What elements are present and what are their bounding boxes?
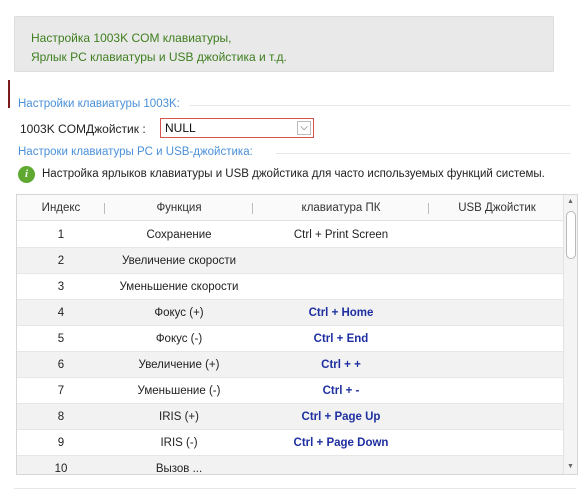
com-joystick-select[interactable]: NULL ⌵: [160, 118, 314, 138]
table-row[interactable]: 6 Увеличение (+) Ctrl + +: [17, 352, 565, 378]
shortcut-section-title-text: Настроки клавиатуры PC и USB-джойстика:: [18, 146, 253, 158]
column-header-function[interactable]: Функция: [105, 195, 253, 221]
com-joystick-value: NULL: [165, 121, 196, 135]
cell-index: 2: [57, 255, 65, 267]
cell-index: 4: [57, 307, 65, 319]
left-edge: [0, 0, 10, 499]
cell-usb-joystick[interactable]: [429, 248, 565, 274]
table-header: Индекс Функция клавиатура ПК USB Джойсти…: [17, 195, 565, 221]
cell-function: Уменьшение скорости: [119, 281, 239, 293]
cell-usb-joystick[interactable]: [429, 456, 565, 474]
table-row[interactable]: 1 Сохранение Ctrl + Print Screen: [17, 222, 565, 248]
chevron-down-icon[interactable]: ⌵: [297, 121, 311, 135]
cell-pc-keyboard[interactable]: [253, 248, 429, 274]
cell-pc-keyboard[interactable]: Ctrl + Print Screen: [253, 222, 429, 248]
cell-pc-keyboard[interactable]: Ctrl + End: [253, 326, 429, 352]
banner-line-1: Настройка 1003K COM клавиатуры,: [31, 31, 232, 45]
cell-usb-joystick[interactable]: [429, 326, 565, 352]
table-row[interactable]: 9 IRIS (-) Ctrl + Page Down: [17, 430, 565, 456]
cell-index: 8: [57, 411, 65, 423]
cell-function: Уменьшение (-): [137, 385, 221, 397]
scroll-thumb[interactable]: [566, 211, 576, 259]
scroll-down-icon[interactable]: ▼: [564, 461, 577, 473]
cell-usb-joystick[interactable]: [429, 222, 565, 248]
cell-index: 6: [57, 359, 65, 371]
column-header-usb-joystick[interactable]: USB Джойстик: [429, 195, 565, 221]
cell-pc-keyboard[interactable]: Ctrl + Page Down: [253, 430, 429, 456]
keyboard-section-title-text: Настройки клавиатуры 1003K:: [18, 98, 180, 110]
vertical-scrollbar[interactable]: ▲ ▼: [563, 195, 577, 474]
info-banner: Настройка 1003K COM клавиатуры, Ярлык PC…: [14, 16, 554, 72]
cell-pc-keyboard[interactable]: Ctrl + -: [253, 378, 429, 404]
cell-usb-joystick[interactable]: [429, 378, 565, 404]
section-divider: [276, 153, 570, 154]
cell-index: 7: [57, 385, 65, 397]
cell-pc-keyboard[interactable]: [253, 274, 429, 300]
cell-pc-keyboard[interactable]: Ctrl + +: [253, 352, 429, 378]
shortcut-section-title: Настроки клавиатуры PC и USB-джойстика:: [18, 146, 570, 158]
cell-index: 9: [57, 437, 65, 449]
table-row[interactable]: 10 Вызов ...: [17, 456, 565, 475]
banner-line-2: Ярлык PC клавиатуры и USB джойстика и т.…: [31, 50, 287, 64]
table-row[interactable]: 2 Увеличение скорости: [17, 248, 565, 274]
scroll-up-icon[interactable]: ▲: [564, 196, 577, 208]
cell-function: IRIS (-): [160, 437, 198, 449]
table-row[interactable]: 5 Фокус (-) Ctrl + End: [17, 326, 565, 352]
cell-index: 3: [57, 281, 65, 293]
hint-text: Настройка ярлыков клавиатуры и USB джойс…: [42, 168, 545, 180]
cell-pc-keyboard[interactable]: Ctrl + Page Up: [253, 404, 429, 430]
info-icon: i: [18, 166, 35, 183]
cell-function: Сохранение: [146, 229, 212, 241]
shortcut-table: Индекс Функция клавиатура ПК USB Джойсти…: [16, 194, 578, 475]
cell-function: Увеличение (+): [138, 359, 220, 371]
cell-usb-joystick[interactable]: [429, 300, 565, 326]
cell-usb-joystick[interactable]: [429, 352, 565, 378]
table-row[interactable]: 3 Уменьшение скорости: [17, 274, 565, 300]
cell-usb-joystick[interactable]: [429, 274, 565, 300]
table-row[interactable]: 4 Фокус (+) Ctrl + Home: [17, 300, 565, 326]
active-marker: [8, 80, 10, 108]
cell-index: 10: [54, 463, 68, 475]
cell-function: IRIS (+): [159, 411, 199, 423]
cell-function: Увеличение скорости: [121, 255, 237, 267]
table-body: 1 Сохранение Ctrl + Print Screen 2 Увеличени…: [17, 222, 565, 475]
table-row[interactable]: 7 Уменьшение (-) Ctrl + -: [17, 378, 565, 404]
cell-usb-joystick[interactable]: [429, 404, 565, 430]
cell-index: 5: [57, 333, 65, 345]
cell-pc-keyboard[interactable]: [253, 456, 429, 474]
keyboard-section-title: Настройки клавиатуры 1003K:: [18, 98, 570, 110]
bottom-divider: [14, 488, 576, 489]
cell-function: Фокус (-): [155, 333, 203, 345]
column-header-pc-keyboard[interactable]: клавиатура ПК: [253, 195, 429, 221]
column-header-index[interactable]: Индекс: [17, 195, 105, 221]
cell-function: Вызов ...: [155, 463, 203, 475]
cell-pc-keyboard[interactable]: Ctrl + Home: [253, 300, 429, 326]
com-joystick-label: 1003K COMДжойстик :: [20, 122, 146, 136]
cell-usb-joystick[interactable]: [429, 430, 565, 456]
table-row[interactable]: 8 IRIS (+) Ctrl + Page Up: [17, 404, 565, 430]
cell-function: Фокус (+): [154, 307, 204, 319]
section-divider: [190, 105, 570, 106]
cell-index: 1: [57, 229, 65, 241]
